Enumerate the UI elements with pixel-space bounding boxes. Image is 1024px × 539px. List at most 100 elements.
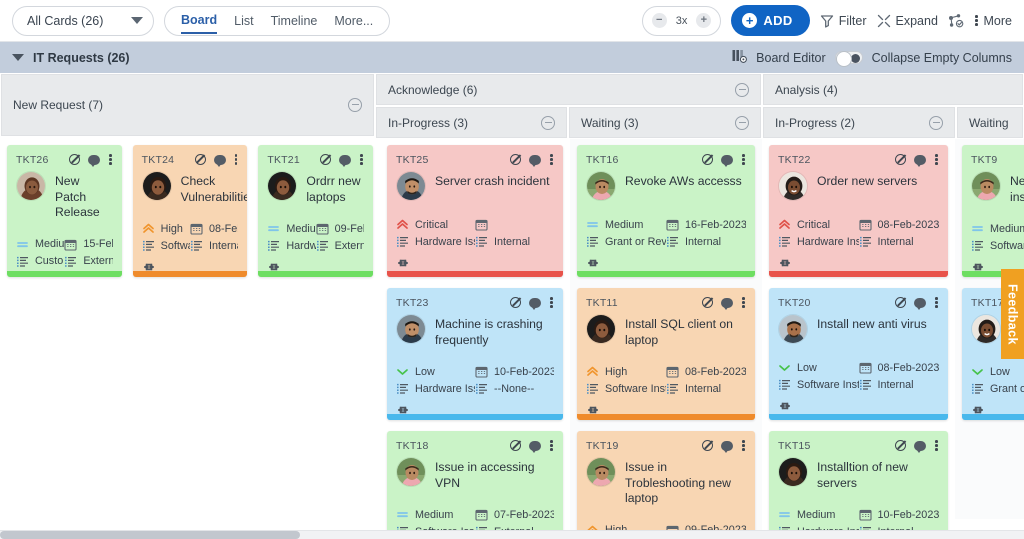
comment-icon[interactable] [529, 298, 541, 308]
card-header: TKT23 [396, 295, 554, 310]
comment-icon[interactable] [914, 298, 926, 308]
block-icon[interactable] [320, 154, 331, 165]
board-area: New Request (7) Acknowledge (6) In-Progr… [0, 73, 1024, 539]
card-meta: CriticalHardware IssueInternal [396, 218, 554, 248]
block-icon[interactable] [510, 440, 521, 451]
comment-icon[interactable] [914, 441, 926, 451]
feedback-tab[interactable]: Feedback [1001, 269, 1024, 359]
column-collapse-icon[interactable] [348, 98, 362, 112]
subcolumn-header-waiting[interactable]: Waiting (3) [569, 107, 761, 138]
column-header-acknowledge[interactable]: Acknowledge (6) [376, 74, 761, 105]
kanban-card[interactable]: TKT25Server crash incidentCriticalHardwa… [387, 145, 563, 277]
card-menu-icon[interactable] [234, 153, 239, 166]
kanban-card[interactable]: TKT23Machine is crashing frequentlyLow10… [387, 288, 563, 420]
expand-button[interactable]: Expand [877, 14, 938, 28]
card-menu-icon[interactable] [549, 439, 554, 452]
tab-list[interactable]: List [234, 8, 253, 33]
kanban-card[interactable]: TKT18Issue in accessing VPNMedium07-Feb-… [387, 431, 563, 539]
more-button[interactable]: More [974, 14, 1012, 28]
calendar-icon [859, 218, 872, 231]
comment-icon[interactable] [88, 155, 100, 165]
kanban-card[interactable]: TKT11Install SQL client on laptopHigh08-… [577, 288, 755, 420]
card-menu-icon[interactable] [741, 439, 746, 452]
card-menu-icon[interactable] [549, 153, 554, 166]
card-title: Issue in accessing VPN [435, 457, 554, 491]
board-editor-label[interactable]: Board Editor [756, 51, 825, 65]
kanban-card[interactable]: TKT15Installtion of new serversMedium10-… [769, 431, 948, 539]
collapse-empty-columns-toggle[interactable] [835, 51, 863, 64]
comment-icon[interactable] [721, 441, 733, 451]
swimlane-collapse-toggle-icon[interactable] [12, 54, 24, 61]
kanban-card[interactable]: TKT24Check VulnerabilitiesHigh08-Feb-202… [133, 145, 248, 277]
comment-icon[interactable] [721, 298, 733, 308]
kanban-card[interactable]: TKT16Revoke AWs accesssMedium16-Feb-2023… [577, 145, 755, 277]
source-icon [316, 239, 329, 252]
block-icon[interactable] [510, 154, 521, 165]
card-header: TKT9 [971, 152, 1024, 167]
card-body: Order new servers [778, 171, 939, 201]
column-header-analysis[interactable]: Analysis (4) [763, 74, 1023, 105]
card-date: 07-Feb-2023 [475, 508, 554, 521]
category-icon [142, 239, 155, 252]
card-meta: Low06-Feb-2023Grant or Revok...Internal [971, 365, 1024, 395]
card-priority: Low [778, 361, 859, 374]
zoom-out-button[interactable]: − [652, 13, 667, 28]
block-icon[interactable] [895, 154, 906, 165]
add-button[interactable]: + ADD [731, 5, 809, 36]
kanban-card[interactable]: TKT20Install new anti virusLow08-Feb-202… [769, 288, 948, 420]
card-menu-icon[interactable] [359, 153, 364, 166]
block-icon[interactable] [702, 154, 713, 165]
kanban-card[interactable]: TKT19Issue in Trobleshooting new laptopH… [577, 431, 755, 539]
card-menu-icon[interactable] [108, 153, 113, 166]
card-menu-icon[interactable] [549, 296, 554, 309]
block-icon[interactable] [895, 297, 906, 308]
filter-button[interactable]: Filter [820, 14, 867, 28]
category-icon [396, 235, 409, 248]
priority-icon [267, 222, 280, 235]
column-collapse-icon[interactable] [541, 116, 555, 130]
scrollbar-thumb[interactable] [0, 531, 300, 539]
zoom-level-label: 3x [676, 15, 688, 27]
column-header-new-request[interactable]: New Request (7) [1, 74, 374, 136]
card-menu-icon[interactable] [934, 153, 939, 166]
subcolumn-header-in-progress[interactable]: In-Progress (2) [763, 107, 955, 138]
zoom-in-button[interactable]: + [696, 13, 711, 28]
block-icon[interactable] [702, 440, 713, 451]
comment-icon[interactable] [529, 155, 541, 165]
card-menu-icon[interactable] [934, 296, 939, 309]
priority-icon [142, 222, 155, 235]
block-icon[interactable] [195, 154, 206, 165]
horizontal-scrollbar[interactable] [0, 530, 1024, 539]
block-icon[interactable] [69, 154, 80, 165]
card-menu-icon[interactable] [934, 439, 939, 452]
tab-more[interactable]: More... [334, 8, 373, 33]
subcolumn-header-waiting[interactable]: Waiting (2) [957, 107, 1023, 138]
card-header: TKT21 [267, 152, 364, 167]
tab-board[interactable]: Board [181, 7, 217, 34]
comment-icon[interactable] [529, 441, 541, 451]
share-settings-button[interactable] [948, 14, 964, 28]
all-cards-dropdown[interactable]: All Cards (26) [12, 6, 154, 36]
column-collapse-icon[interactable] [735, 83, 749, 97]
kanban-card[interactable]: TKT9Need a Linux OS installed in a machi… [962, 145, 1024, 277]
comment-icon[interactable] [914, 155, 926, 165]
tab-timeline[interactable]: Timeline [271, 8, 318, 33]
card-icons [895, 296, 939, 309]
comment-icon[interactable] [339, 155, 351, 165]
kanban-card[interactable]: TKT21Ordrr new laptopsMedium09-Feb-2023H… [258, 145, 373, 277]
subcolumn-header-in-progress[interactable]: In-Progress (3) [376, 107, 567, 138]
card-menu-icon[interactable] [741, 153, 746, 166]
comment-icon[interactable] [721, 155, 733, 165]
subcolumn-title: In-Progress (2) [775, 116, 855, 130]
card-status-bar [769, 414, 948, 420]
kanban-card[interactable]: TKT22Order new serversCritical08-Feb-202… [769, 145, 948, 277]
kanban-card[interactable]: TKT26New Patch ReleaseMedium15-Feb-2023C… [7, 145, 122, 277]
card-menu-icon[interactable] [741, 296, 746, 309]
block-icon[interactable] [895, 440, 906, 451]
comment-icon[interactable] [214, 155, 226, 165]
column-collapse-icon[interactable] [929, 116, 943, 130]
block-icon[interactable] [510, 297, 521, 308]
block-icon[interactable] [702, 297, 713, 308]
card-meta: Medium16-Feb-2023Grant or Revok...Intern… [586, 218, 746, 248]
column-collapse-icon[interactable] [735, 116, 749, 130]
